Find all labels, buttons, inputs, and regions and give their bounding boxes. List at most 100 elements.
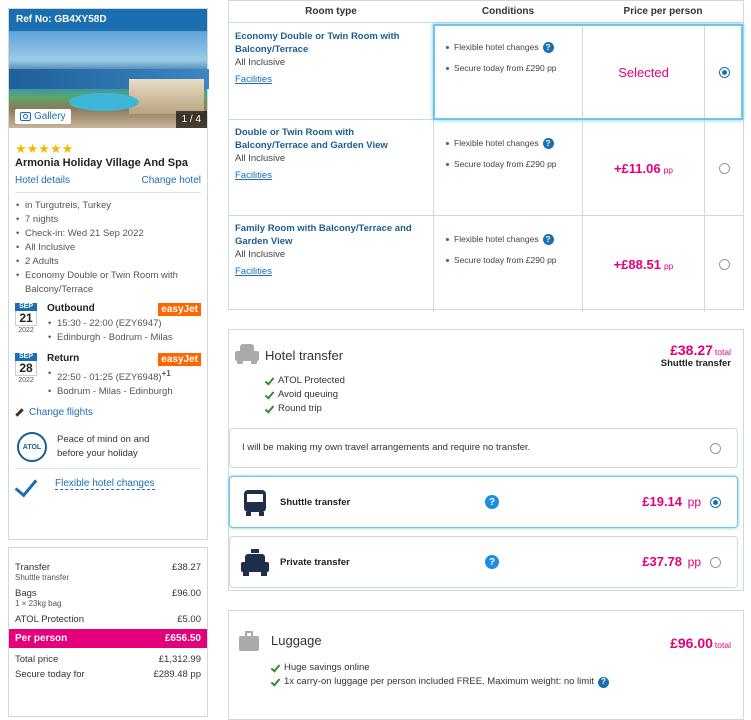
total-price-value: £1,312.99 [158, 654, 201, 665]
luggage-benefits: Huge savings online 1x carry-on luggage … [271, 661, 609, 689]
room-radio[interactable] [718, 162, 730, 174]
benefit-text: 1x carry-on luggage per person included … [284, 676, 594, 687]
facilities-link[interactable]: Facilities [235, 266, 272, 277]
benefit-item: Round trip [265, 402, 345, 416]
luggage-total-price: £96.00 [670, 635, 713, 651]
help-icon[interactable]: ? [597, 676, 609, 688]
return-time-text: 22:50 - 01:25 (EZY6948) [57, 372, 162, 384]
no-transfer-text: I will be making my own travel arrangeme… [242, 442, 531, 453]
room-board: All Inclusive [235, 153, 286, 164]
change-flights-link[interactable]: Change flights [15, 407, 207, 418]
shuttle-price-value: £19.14 [642, 494, 683, 509]
return-year: 2022 [18, 377, 34, 384]
benefit-text: Round trip [278, 403, 322, 414]
transfer-total-price: £38.27 [670, 342, 713, 358]
photo-counter: 1 / 4 [175, 111, 207, 128]
flexible-changes-row[interactable]: Flexible hotel changes [15, 475, 207, 493]
total-price-label: Total price [15, 654, 59, 665]
room-radio-selected[interactable] [718, 66, 730, 78]
per-person-row: Per person £656.50 [9, 629, 207, 648]
private-radio[interactable] [710, 557, 721, 568]
check-icon [265, 391, 274, 400]
booking-details-list: in Turgutreis, Turkey 7 nights Check-in:… [15, 199, 207, 297]
photo-building [129, 79, 204, 114]
atol-protection-value: £5.00 [177, 614, 201, 625]
outbound-month: SEP [15, 303, 37, 311]
room-board: All Inclusive [235, 249, 286, 260]
room-row[interactable]: Economy Double or Twin Room with Balcony… [229, 24, 743, 120]
gallery-label: Gallery [34, 111, 66, 122]
benefit-text: Huge savings online [284, 662, 370, 673]
return-title: Return [47, 353, 80, 364]
return-route: Bodrum - Milas - Edinburgh [47, 385, 173, 399]
no-transfer-radio[interactable] [710, 443, 721, 454]
check-icon [265, 405, 274, 414]
luggage-price: £96.00 total [670, 635, 731, 651]
hotel-photo[interactable]: Gallery 1 / 4 [9, 31, 209, 128]
benefit-item: 1x carry-on luggage per person included … [271, 675, 609, 689]
secure-today-label: Secure today for [15, 669, 85, 680]
star-rating: ★★★★★ [15, 141, 74, 156]
checkmark-icon [15, 475, 41, 493]
secure-condition: Secure today from £290 pp [446, 159, 582, 170]
outbound-time: 15:30 - 22:00 (EZY6947) [47, 317, 173, 331]
price-summary: Transfer £38.27 Shuttle transfer Bags £9… [8, 547, 208, 717]
help-icon[interactable]: ? [542, 138, 554, 149]
outbound-year: 2022 [18, 327, 34, 334]
room-price: +£88.51 pp [614, 257, 674, 272]
calendar-icon: SEP 28 2022 [15, 353, 37, 385]
car-icon [235, 344, 259, 364]
facilities-link[interactable]: Facilities [235, 170, 272, 181]
transfer-price-block: £38.27 total Shuttle transfer [661, 342, 731, 369]
facilities-link[interactable]: Facilities [235, 74, 272, 85]
total-suffix: total [714, 347, 731, 357]
private-transfer-label: Private transfer [280, 557, 350, 568]
help-icon[interactable]: ? [542, 234, 554, 245]
luggage-icon [239, 631, 259, 651]
no-transfer-option[interactable]: I will be making my own travel arrangeme… [229, 428, 738, 468]
transfer-label: Transfer [15, 562, 51, 573]
booking-summary-card: Ref No: GB4XY58D Gallery 1 / 4 ★★★★★ Arm… [8, 8, 209, 540]
atol-protection-info: ATOL Peace of mind on and before your ho… [17, 432, 207, 462]
outbound-route: Edinburgh - Bodrum - Milas [47, 331, 173, 345]
private-price-value: £37.78 [642, 554, 683, 569]
help-icon[interactable]: ? [485, 495, 499, 509]
check-icon [265, 377, 274, 386]
benefit-item: ATOL Protected [265, 374, 345, 388]
hotel-details-link[interactable]: Hotel details [15, 175, 70, 186]
room-row[interactable]: Family Room with Balcony/Terrace and Gar… [229, 216, 743, 312]
private-transfer-option[interactable]: Private transfer ? £37.78 pp [229, 536, 738, 588]
shuttle-transfer-option[interactable]: Shuttle transfer ? £19.14 pp [229, 476, 738, 528]
condition-text: Flexible hotel changes [454, 42, 539, 52]
return-time: 22:50 - 01:25 (EZY6948)+1 [47, 367, 173, 385]
luggage-title: Luggage [271, 633, 322, 648]
help-icon[interactable]: ? [485, 555, 499, 569]
atol-protection-label: ATOL Protection [15, 614, 84, 625]
help-icon[interactable]: ? [542, 42, 554, 53]
room-name: Double or Twin Room with Balcony/Terrace… [235, 127, 388, 151]
next-day-indicator: +1 [161, 369, 171, 378]
shuttle-price: £19.14 pp [642, 494, 701, 509]
transfer-benefits: ATOL Protected Avoid queuing Round trip [265, 374, 345, 416]
change-hotel-link[interactable]: Change hotel [142, 175, 202, 186]
change-flights-label[interactable]: Change flights [29, 407, 93, 418]
table-header: Room type Conditions Price per person [229, 1, 743, 23]
shuttle-radio-selected[interactable] [710, 497, 721, 508]
divider [15, 192, 201, 193]
gallery-button[interactable]: Gallery [15, 109, 71, 124]
room-price-value: +£11.06 [613, 160, 661, 176]
hotel-name: Armonia Holiday Village And Spa [15, 157, 188, 169]
flexible-changes-condition: Flexible hotel changes? [446, 138, 582, 149]
return-month: SEP [15, 353, 37, 361]
check-icon [271, 664, 280, 673]
per-person-suffix: pp [663, 164, 674, 175]
atol-text: Peace of mind on and before your holiday [57, 434, 150, 459]
flexible-changes-link[interactable]: Flexible hotel changes [55, 478, 155, 490]
detail-location: in Turgutreis, Turkey [15, 199, 207, 213]
flexible-changes-condition: Flexible hotel changes? [446, 42, 582, 53]
header-room-type: Room type [305, 6, 357, 17]
room-row[interactable]: Double or Twin Room with Balcony/Terrace… [229, 120, 743, 216]
room-name: Family Room with Balcony/Terrace and Gar… [235, 223, 412, 247]
room-radio[interactable] [718, 258, 730, 270]
transfer-type: Shuttle transfer [660, 358, 731, 369]
